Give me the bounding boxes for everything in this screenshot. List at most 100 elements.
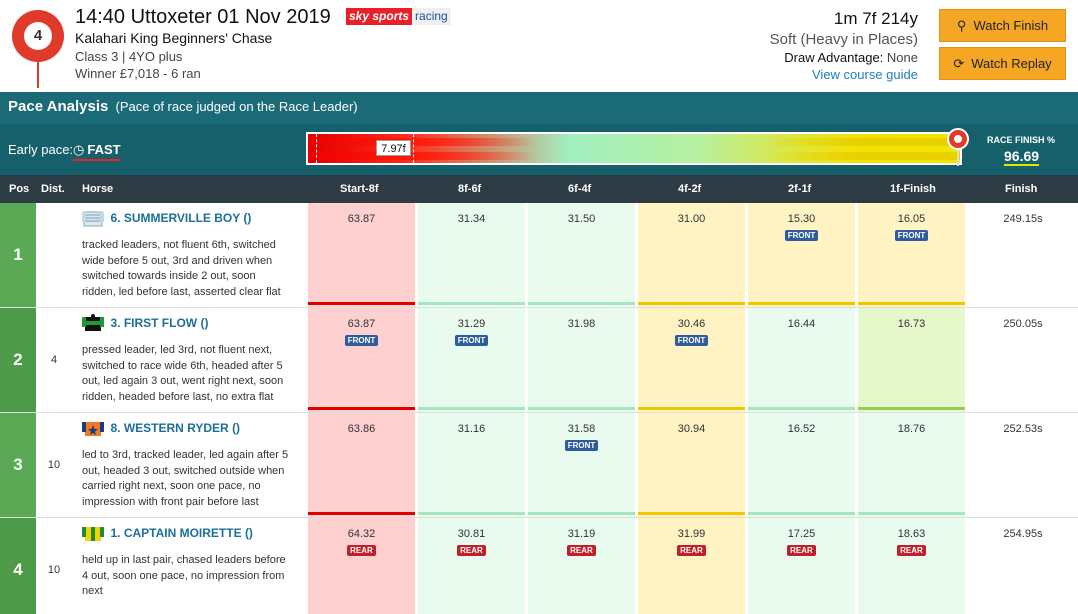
rear-badge: REAR [897,545,926,556]
horse-number: 1. [110,526,121,540]
jockey-silks-icon [82,422,104,436]
draw-advantage-value: None [886,50,918,65]
sectional-value: 31.50 [567,213,596,225]
sectional-value: 31.58 [567,423,596,435]
sectional-value: 63.87 [347,213,376,225]
distance-cell: 4 [50,354,58,366]
logo-sky-sports: sky sports [346,8,413,25]
sectional-4f-2f: 31.99 REAR [638,518,745,614]
col-8f-6f: 8f-6f [458,183,482,195]
sectional-value: 16.44 [787,318,816,330]
sectional-value: 31.99 [677,528,706,540]
horse-name: CAPTAIN MOIRETTE [123,526,242,540]
race-name: Kalahari King Beginners' Chase [75,30,273,46]
distance-cell [36,203,72,307]
sectional-value: 31.34 [457,213,486,225]
sectional-value: 30.94 [677,423,706,435]
jockey-silks-icon [82,314,104,331]
sectional-4f-2f: 31.00 [638,203,745,307]
position-cell: 2 [0,308,36,412]
pace-title-text: Pace Analysis [8,98,109,115]
logo-racing: racing [412,8,451,25]
jockey-silks-icon [82,527,104,541]
sectional-2f-1f: 16.52 [748,413,855,517]
pace-marker-value: 7.97f [376,140,411,156]
sectional-value: 31.00 [677,213,706,225]
horse-number: 6. [110,211,121,225]
distance-cell: 10 [47,459,61,471]
sectional-4f-2f: 30.94 [638,413,745,517]
sectional-2f-1f: 17.25 REAR [748,518,855,614]
draw-advantage-label: Draw Advantage: [784,50,884,65]
col-4f-2f: 4f-2f [678,183,702,195]
view-course-guide-link[interactable]: View course guide [812,67,918,82]
watch-finish-button[interactable]: ⚲ Watch Finish [939,9,1066,42]
sectional-value: 16.05 [897,213,926,225]
race-class: Class 3 | 4YO plus [75,49,183,64]
horse-suffix: () [244,526,253,540]
table-row[interactable]: 2 4 3. FIRST FLOW () pressed leader, led… [0,308,1078,413]
sectional-1f-finish: 18.63 REAR [858,518,965,614]
replay-icon: ⟳ [953,55,965,71]
sectional-value: 30.81 [457,528,486,540]
horse-suffix: () [243,211,252,225]
early-pace-text: FAST [87,142,121,157]
rear-badge: REAR [347,545,376,556]
table-row[interactable]: 3 10 8. WESTERN RYDER () led to 3rd, tra… [0,413,1078,518]
horse-suffix: () [232,421,241,435]
table-row[interactable]: 4 10 1. CAPTAIN MOIRETTE () held up in l… [0,518,1078,614]
finish-time: 252.53s [1003,423,1043,435]
sectional-1f-finish: 16.73 [858,308,965,412]
front-badge: FRONT [894,230,929,241]
horse-name-link[interactable]: 1. CAPTAIN MOIRETTE () [110,526,252,540]
col-6f-4f: 6f-4f [568,183,592,195]
map-pin-icon: ⚲ [956,17,967,33]
race-distance: 1m 7f 214y [833,9,918,28]
horse-name-link[interactable]: 8. WESTERN RYDER () [110,421,240,435]
early-pace-value: ◷ FAST [73,142,121,161]
horse-cell: 8. WESTERN RYDER () led to 3rd, tracked … [82,419,300,510]
sectional-1f-finish: 18.76 [858,413,965,517]
sky-sports-racing-logo: sky sports racing [346,8,451,25]
pace-gauge-row: Early pace: ◷ FAST 7.97f RACE FINISH % 96… [0,124,1078,175]
col-start-8f: Start-8f [340,183,379,195]
sectional-8f-6f: 31.29 FRONT [418,308,525,412]
position-cell: 4 [0,518,36,614]
sectional-value: 30.46 [677,318,706,330]
rear-badge: REAR [457,545,486,556]
front-badge: FRONT [674,335,709,346]
rear-badge: REAR [677,545,706,556]
horse-cell: 6. SUMMERVILLE BOY () tracked leaders, n… [82,209,300,300]
horse-name-link[interactable]: 3. FIRST FLOW () [110,316,208,330]
pace-analysis-title: Pace Analysis (Pace of race judged on th… [8,98,358,115]
pace-dash-marker [413,134,414,163]
early-pace-label: Early pace: [8,142,74,157]
horse-name-link[interactable]: 6. SUMMERVILLE BOY () [110,211,251,225]
race-comment: led to 3rd, tracked leader, led again af… [82,449,289,508]
table-row[interactable]: 1 6. SUMMERVILLE BOY () tracked leaders,… [0,203,1078,308]
sectional-2f-1f: 15.30 FRONT [748,203,855,307]
sectional-8f-6f: 31.34 [418,203,525,307]
watch-replay-button[interactable]: ⟳ Watch Replay [939,47,1066,80]
pace-finish-pin-stem [957,150,959,166]
clock-icon: ◷ [73,142,85,157]
col-1f-finish: 1f-Finish [890,183,936,195]
finish-time: 254.95s [1003,528,1043,540]
horse-name: FIRST FLOW [123,316,198,330]
sectional-value: 18.76 [897,423,926,435]
race-finish-label: RACE FINISH % [986,135,1055,145]
race-comment: held up in last pair, chased leaders bef… [82,554,286,598]
watch-replay-label: Watch Replay [971,56,1052,71]
race-header: 4 14:40 Uttoxeter 01 Nov 2019 sky sports… [0,0,1078,92]
front-badge: FRONT [784,230,819,241]
sectional-value: 31.16 [457,423,486,435]
sectional-value: 64.32 [347,528,376,540]
finish-time: 249.15s [1003,213,1043,225]
horse-number: 8. [110,421,121,435]
watch-finish-label: Watch Finish [973,18,1049,33]
race-going: Soft (Heavy in Places) [769,31,918,48]
sectional-start-8f: 64.32 REAR [308,518,415,614]
sectional-value: 16.73 [897,318,926,330]
col-2f-1f: 2f-1f [788,183,812,195]
finish-time: 250.05s [1003,318,1043,330]
